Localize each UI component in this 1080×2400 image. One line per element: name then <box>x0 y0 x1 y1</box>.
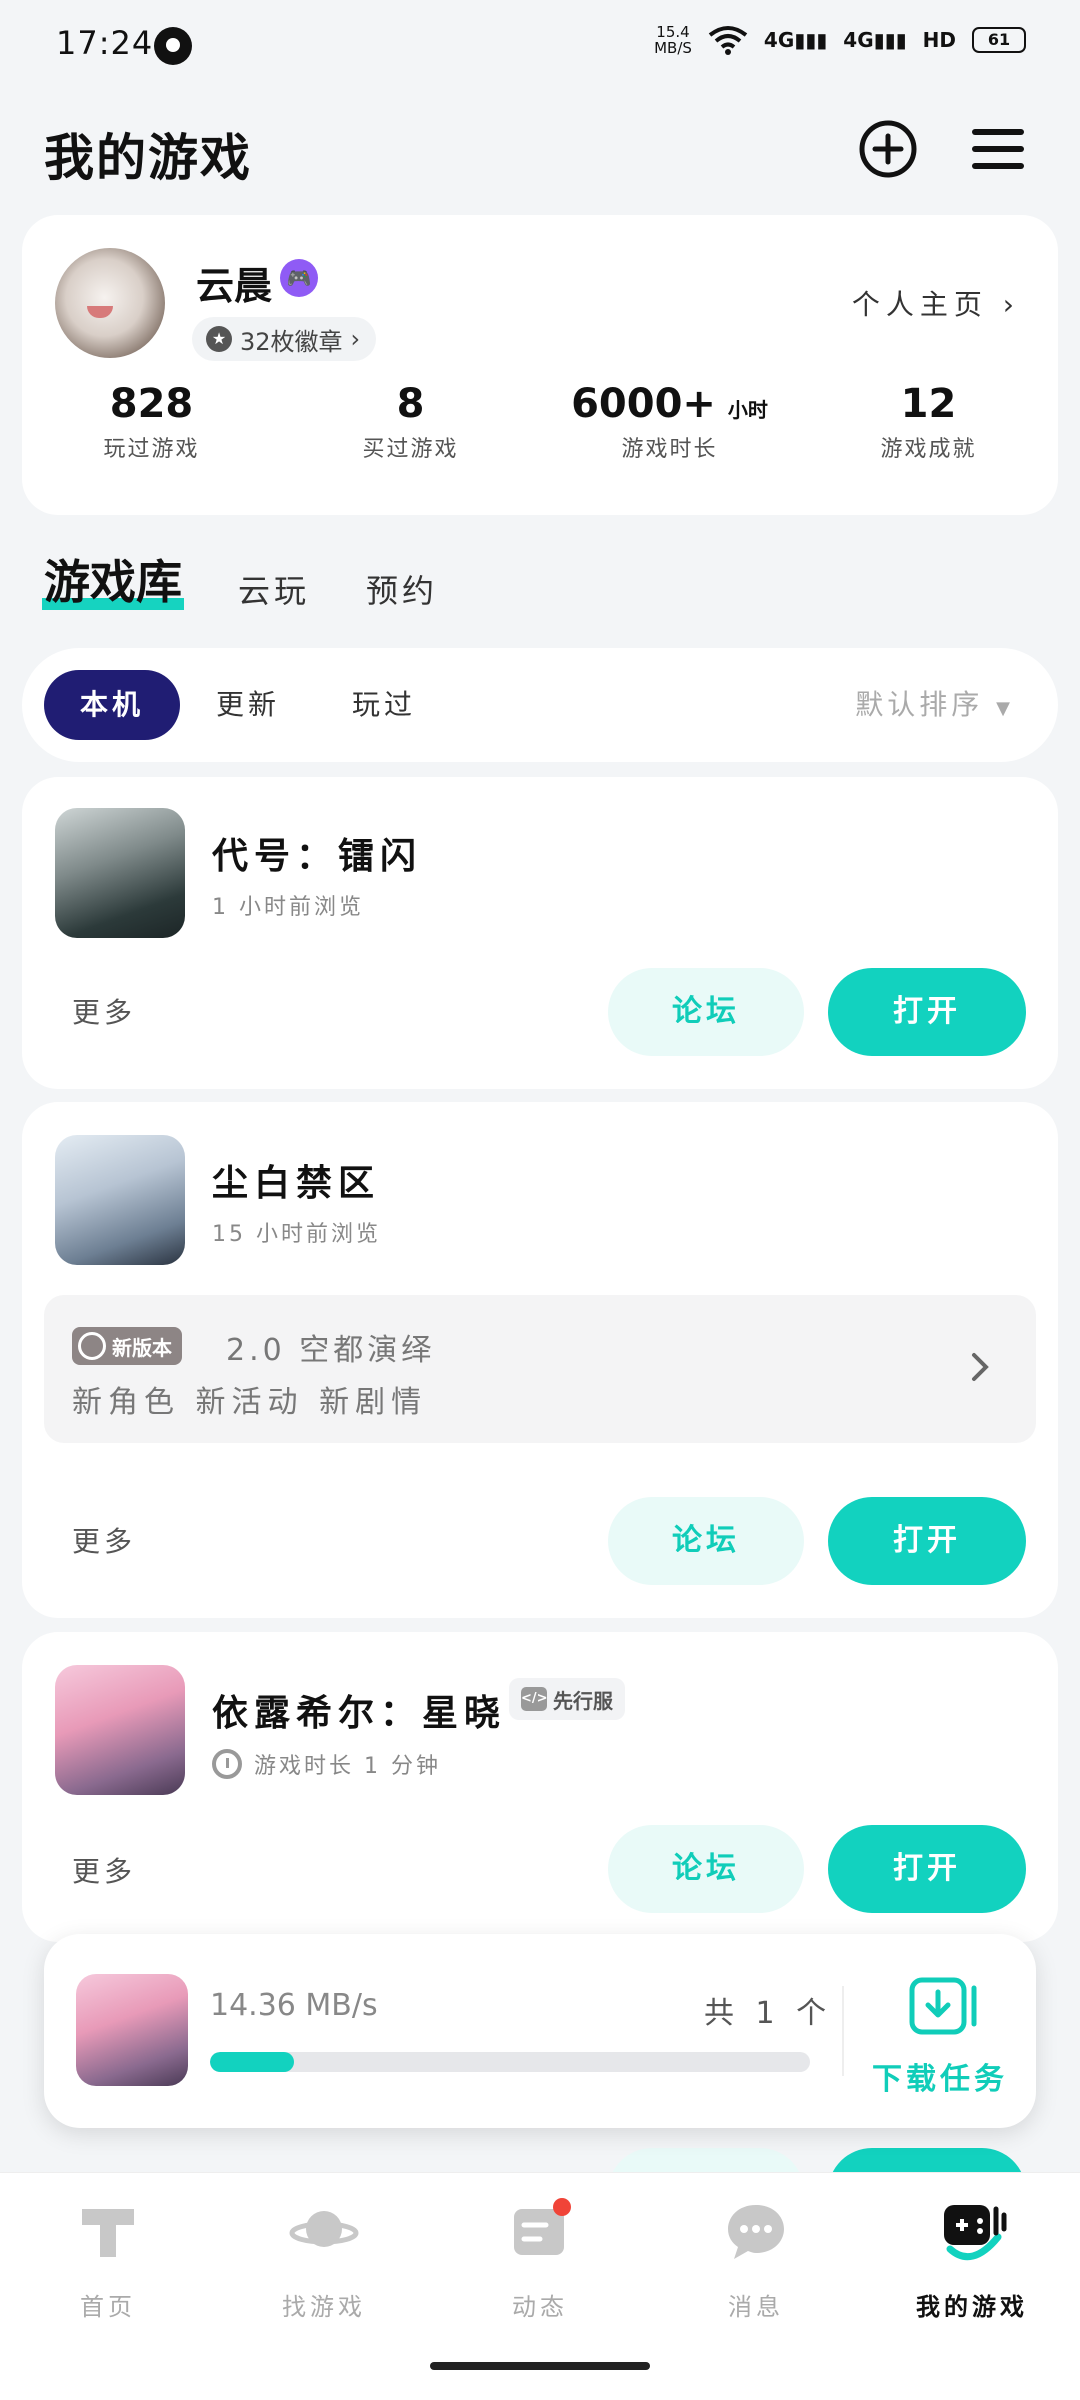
download-game-icon <box>76 1974 188 2086</box>
stat-played[interactable]: 828 玩过游戏 <box>22 381 281 463</box>
download-speed: 14.36 MB/s <box>210 1988 378 2023</box>
badges-label: 32枚徽章 <box>240 327 343 356</box>
user-name: 云晨 <box>196 264 273 308</box>
network-speed: 15.4 MB/S <box>654 23 692 57</box>
status-indicators: 15.4 MB/S 4G▮▮▮ 4G▮▮▮ HD 61 <box>654 24 1026 56</box>
open-button[interactable]: 打开 <box>828 968 1026 1056</box>
game-last-viewed: 15 小时前浏览 <box>212 1222 381 1247</box>
game-name: 依露希尔：星晓 <box>212 1693 507 1734</box>
game-name: 代号：镭闪 <box>212 836 423 877</box>
main-tabs: 游戏库 云玩 预约 <box>42 552 494 612</box>
refresh-icon <box>78 1332 106 1360</box>
tab-reservations[interactable]: 预约 <box>366 566 438 612</box>
download-task-icon[interactable] <box>908 1976 980 2036</box>
signal-icon-2: 4G▮▮▮ <box>843 28 907 52</box>
chat-icon <box>728 2205 784 2259</box>
more-button[interactable]: 更多 <box>72 1850 136 1890</box>
game-card[interactable]: 依露希尔：星晓 </> 先行服 游戏时长 1 分钟 更多 论坛 打开 <box>22 1632 1058 1942</box>
page-title: 我的游戏 <box>44 129 252 187</box>
nav-messages[interactable]: 消息 <box>648 2193 864 2322</box>
download-count: 共 1 个 <box>704 1996 833 2031</box>
stats-row: 828 玩过游戏 8 买过游戏 6000+ 小时 游戏时长 12 游戏成就 <box>22 381 1058 463</box>
game-last-viewed: 1 小时前浏览 <box>212 895 364 920</box>
homepage-link[interactable]: 个人主页 › <box>852 283 1020 323</box>
chevron-right-icon: › <box>1002 288 1020 321</box>
game-icon <box>55 1135 185 1265</box>
beta-server-tag: </> 先行服 <box>509 1678 625 1720</box>
download-progress-fill <box>210 2052 294 2072</box>
profile-card: 云晨 🎮 ★ 32枚徽章 › 个人主页 › 828 玩过游戏 8 买过游戏 60… <box>22 215 1058 515</box>
feed-icon <box>514 2198 571 2255</box>
download-progress <box>210 2052 810 2072</box>
game-icon <box>55 1665 185 1795</box>
plus-circle-icon[interactable] <box>857 118 919 180</box>
stat-bought[interactable]: 8 买过游戏 <box>281 381 540 463</box>
filter-local[interactable]: 本机 <box>44 670 180 740</box>
more-button[interactable]: 更多 <box>72 1520 136 1560</box>
home-icon <box>82 2209 134 2257</box>
forum-button[interactable]: 论坛 <box>608 1825 804 1913</box>
open-button[interactable]: 打开 <box>828 1497 1026 1585</box>
chevron-right-icon <box>972 1353 989 1381</box>
vip-gamepad-icon: 🎮 <box>280 259 318 297</box>
download-task-label[interactable]: 下载任务 <box>872 2054 1008 2098</box>
filter-updates[interactable]: 更新 <box>216 670 280 740</box>
tab-library[interactable]: 游戏库 <box>42 546 184 612</box>
filter-played[interactable]: 玩过 <box>352 670 416 740</box>
tab-cloud-play[interactable]: 云玩 <box>238 566 310 612</box>
stat-playtime[interactable]: 6000+ 小时 游戏时长 <box>540 381 799 463</box>
download-bar[interactable]: 14.36 MB/s 共 1 个 下载任务 <box>44 1934 1036 2128</box>
code-icon: </> <box>521 1687 548 1711</box>
gamepad-icon <box>944 2205 1007 2261</box>
app-notification-icon <box>154 27 192 65</box>
update-description: 新角色 新活动 新剧情 <box>72 1385 428 1420</box>
timer-icon <box>212 1749 242 1779</box>
new-version-tag: 新版本 <box>72 1327 182 1365</box>
chevron-right-icon: › <box>350 325 361 353</box>
avatar[interactable] <box>55 248 165 358</box>
game-card[interactable]: 尘白禁区 15 小时前浏览 新版本 2.0 空都演绎 新角色 新活动 新剧情 更… <box>22 1102 1058 1618</box>
hd-voice-icon: HD <box>922 28 956 52</box>
game-card[interactable]: 代号：镭闪 1 小时前浏览 更多 论坛 打开 <box>22 777 1058 1089</box>
hamburger-menu-icon[interactable] <box>967 118 1029 180</box>
wifi-icon <box>708 26 748 55</box>
home-indicator[interactable] <box>430 2362 650 2370</box>
nav-find-games[interactable]: 找游戏 <box>216 2193 432 2322</box>
forum-button[interactable]: 论坛 <box>608 1497 804 1585</box>
nav-home[interactable]: 首页 <box>0 2193 216 2322</box>
signal-icon-1: 4G▮▮▮ <box>763 28 828 52</box>
medal-icon: ★ <box>206 326 232 352</box>
badges-button[interactable]: ★ 32枚徽章 › <box>192 317 377 361</box>
update-title: 2.0 空都演绎 <box>226 1333 436 1368</box>
game-icon <box>55 808 185 938</box>
planet-icon <box>289 2211 359 2247</box>
sort-dropdown[interactable]: 默认排序 ▼ <box>855 670 1014 744</box>
divider <box>842 1986 844 2076</box>
status-time: 17:24 <box>56 24 154 62</box>
open-button[interactable]: 打开 <box>828 1825 1026 1913</box>
status-bar: 17:24 15.4 MB/S 4G▮▮▮ 4G▮▮▮ HD 61 <box>0 0 1080 92</box>
forum-button[interactable]: 论坛 <box>608 968 804 1056</box>
caret-down-icon: ▼ <box>996 698 1014 719</box>
more-button[interactable]: 更多 <box>72 991 136 1031</box>
stat-achievements[interactable]: 12 游戏成就 <box>799 381 1058 463</box>
battery-icon: 61 <box>972 27 1026 53</box>
update-banner[interactable]: 新版本 2.0 空都演绎 新角色 新活动 新剧情 <box>44 1295 1036 1443</box>
nav-my-games[interactable]: 我的游戏 <box>864 2193 1080 2322</box>
game-name: 尘白禁区 <box>212 1163 381 1204</box>
game-playtime: 游戏时长 1 分钟 <box>254 1754 441 1779</box>
filter-row: 本机 更新 玩过 默认排序 ▼ <box>22 648 1058 762</box>
nav-feed[interactable]: 动态 <box>432 2193 648 2322</box>
